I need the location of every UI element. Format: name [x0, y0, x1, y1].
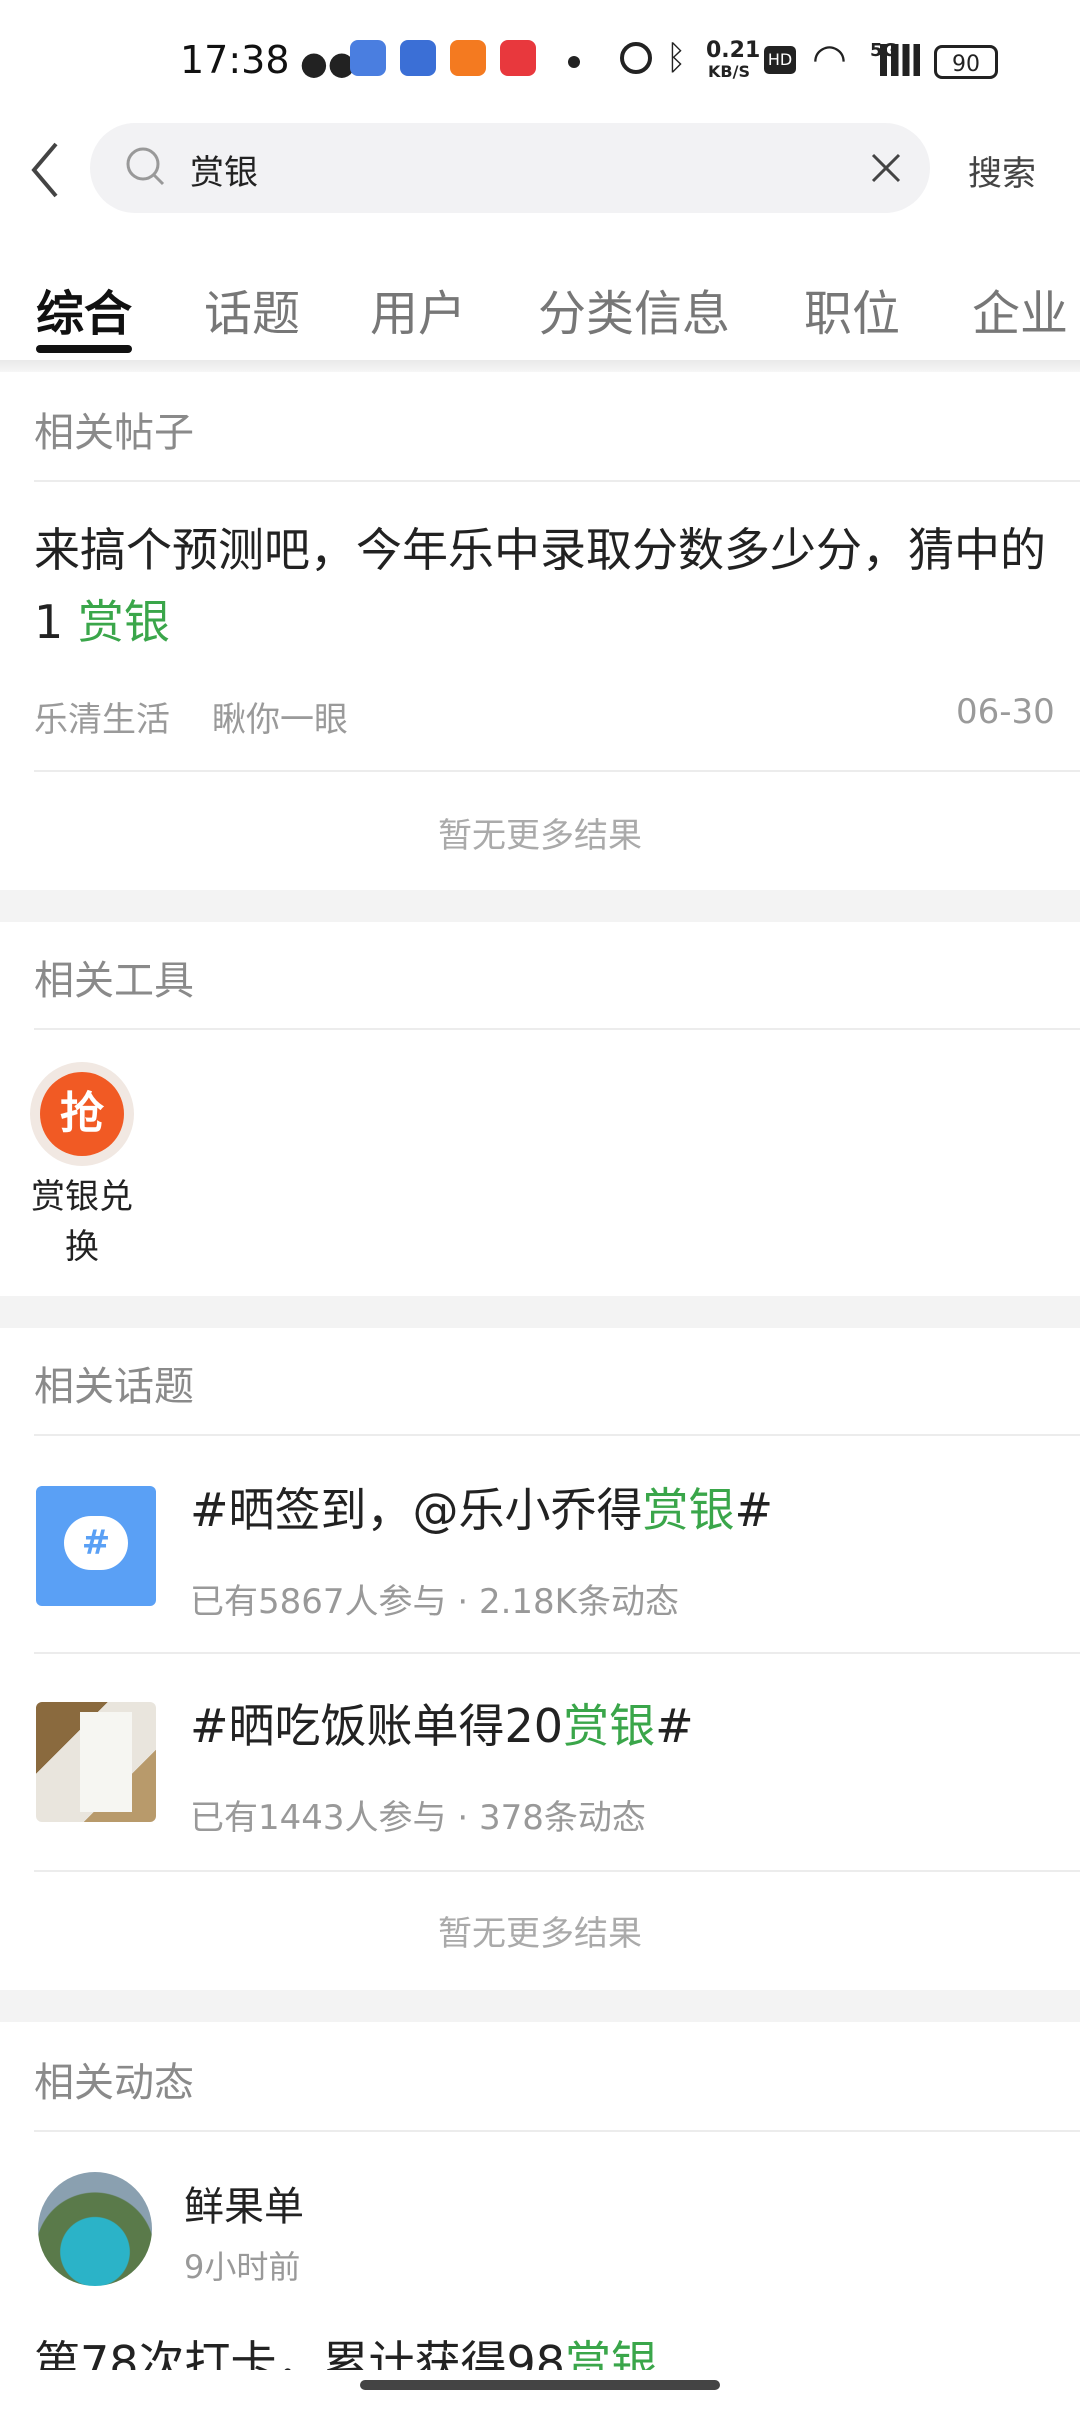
- post-title: 来搞个预测吧，今年乐中录取分数多少分，猜中的 1: [34, 523, 1046, 649]
- wifi-icon: ◠: [812, 36, 847, 82]
- tool-label: 赏银兑换: [31, 1177, 133, 1267]
- post-author: 瞅你一眼: [212, 700, 348, 740]
- tool-redeem[interactable]: 抢 赏银兑换: [28, 1062, 138, 1267]
- wechat-icon: ●●: [300, 44, 356, 82]
- search-icon: [126, 147, 165, 186]
- divider: [34, 770, 1080, 772]
- app-notification-icon: [400, 40, 436, 76]
- net-speed: 0.21: [706, 38, 761, 63]
- bluetooth-icon: ᛒ: [666, 38, 687, 78]
- divider: [34, 480, 1080, 482]
- tab-users[interactable]: 用户: [370, 274, 466, 344]
- tab-overview[interactable]: 综合: [36, 274, 132, 344]
- tool-icon: 抢: [30, 1062, 134, 1166]
- feed-text[interactable]: 第78次打卡，累计获得98赏银: [34, 2330, 1074, 2370]
- app-notification-icon: [450, 40, 486, 76]
- section-title-feed: 相关动态: [34, 2060, 194, 2106]
- tab-companies[interactable]: 企业: [972, 274, 1068, 344]
- topic-meta: 已有1443人参与 · 378条动态: [190, 1798, 646, 1838]
- tab-jobs[interactable]: 职位: [804, 274, 900, 344]
- section-title-posts: 相关帖子: [34, 410, 194, 456]
- divider: [34, 1028, 1080, 1030]
- tab-classifieds[interactable]: 分类信息: [538, 274, 730, 344]
- section-title-topics: 相关话题: [34, 1364, 194, 1410]
- section-separator: [0, 1296, 1080, 1328]
- divider: [34, 1870, 1080, 1872]
- home-indicator: [360, 2380, 720, 2390]
- post-board: 乐清生活: [34, 700, 170, 740]
- battery-icon: 90: [934, 45, 998, 79]
- hd-icon: HD: [764, 46, 796, 74]
- alarm-icon: [620, 42, 652, 74]
- divider: [34, 2130, 1080, 2132]
- section-title-tools: 相关工具: [34, 958, 194, 1004]
- close-icon[interactable]: [868, 150, 904, 186]
- topic-hashtag-icon: #: [36, 1486, 156, 1606]
- feed-time: 9小时前: [184, 2248, 301, 2286]
- post-date: 06-30: [956, 692, 1055, 732]
- more-notifications-dot: [568, 56, 580, 68]
- chevron-left-icon: [31, 142, 58, 198]
- receipt-thumbnail: [36, 1702, 156, 1822]
- net-speed-unit: KB/S: [708, 62, 750, 81]
- status-bar: 17:38 ●● ᛒ 0.21 KB/S HD ◠ 5G 90: [0, 0, 1080, 120]
- topic-meta: 已有5867人参与 · 2.18K条动态: [190, 1582, 679, 1622]
- search-button[interactable]: 搜索: [968, 146, 1036, 195]
- post-item[interactable]: 来搞个预测吧，今年乐中录取分数多少分，猜中的 1 赏银: [34, 514, 1054, 658]
- back-button[interactable]: [20, 130, 80, 210]
- signal-icon: [880, 44, 920, 76]
- topic-title: #晒吃饭账单得20赏银#: [190, 1699, 694, 1753]
- search-input[interactable]: 赏银: [190, 145, 258, 194]
- avatar[interactable]: [38, 2172, 152, 2286]
- tab-indicator: [36, 345, 132, 353]
- section-separator: [0, 1990, 1080, 2022]
- app-notification-icon: [500, 40, 536, 76]
- tab-topics[interactable]: 话题: [204, 274, 300, 344]
- feed-username[interactable]: 鲜果单: [184, 2174, 304, 2232]
- tabs-divider: [0, 360, 1080, 372]
- topic-title: #晒签到，@乐小乔得赏银#: [190, 1483, 774, 1537]
- section-separator: [0, 890, 1080, 922]
- no-more-results: 暂无更多结果: [438, 816, 642, 856]
- no-more-results: 暂无更多结果: [438, 1914, 642, 1954]
- status-time: 17:38: [180, 38, 290, 82]
- app-notification-icon: [350, 40, 386, 76]
- grab-icon: 抢: [40, 1072, 124, 1156]
- post-keyword: 赏银: [77, 595, 170, 649]
